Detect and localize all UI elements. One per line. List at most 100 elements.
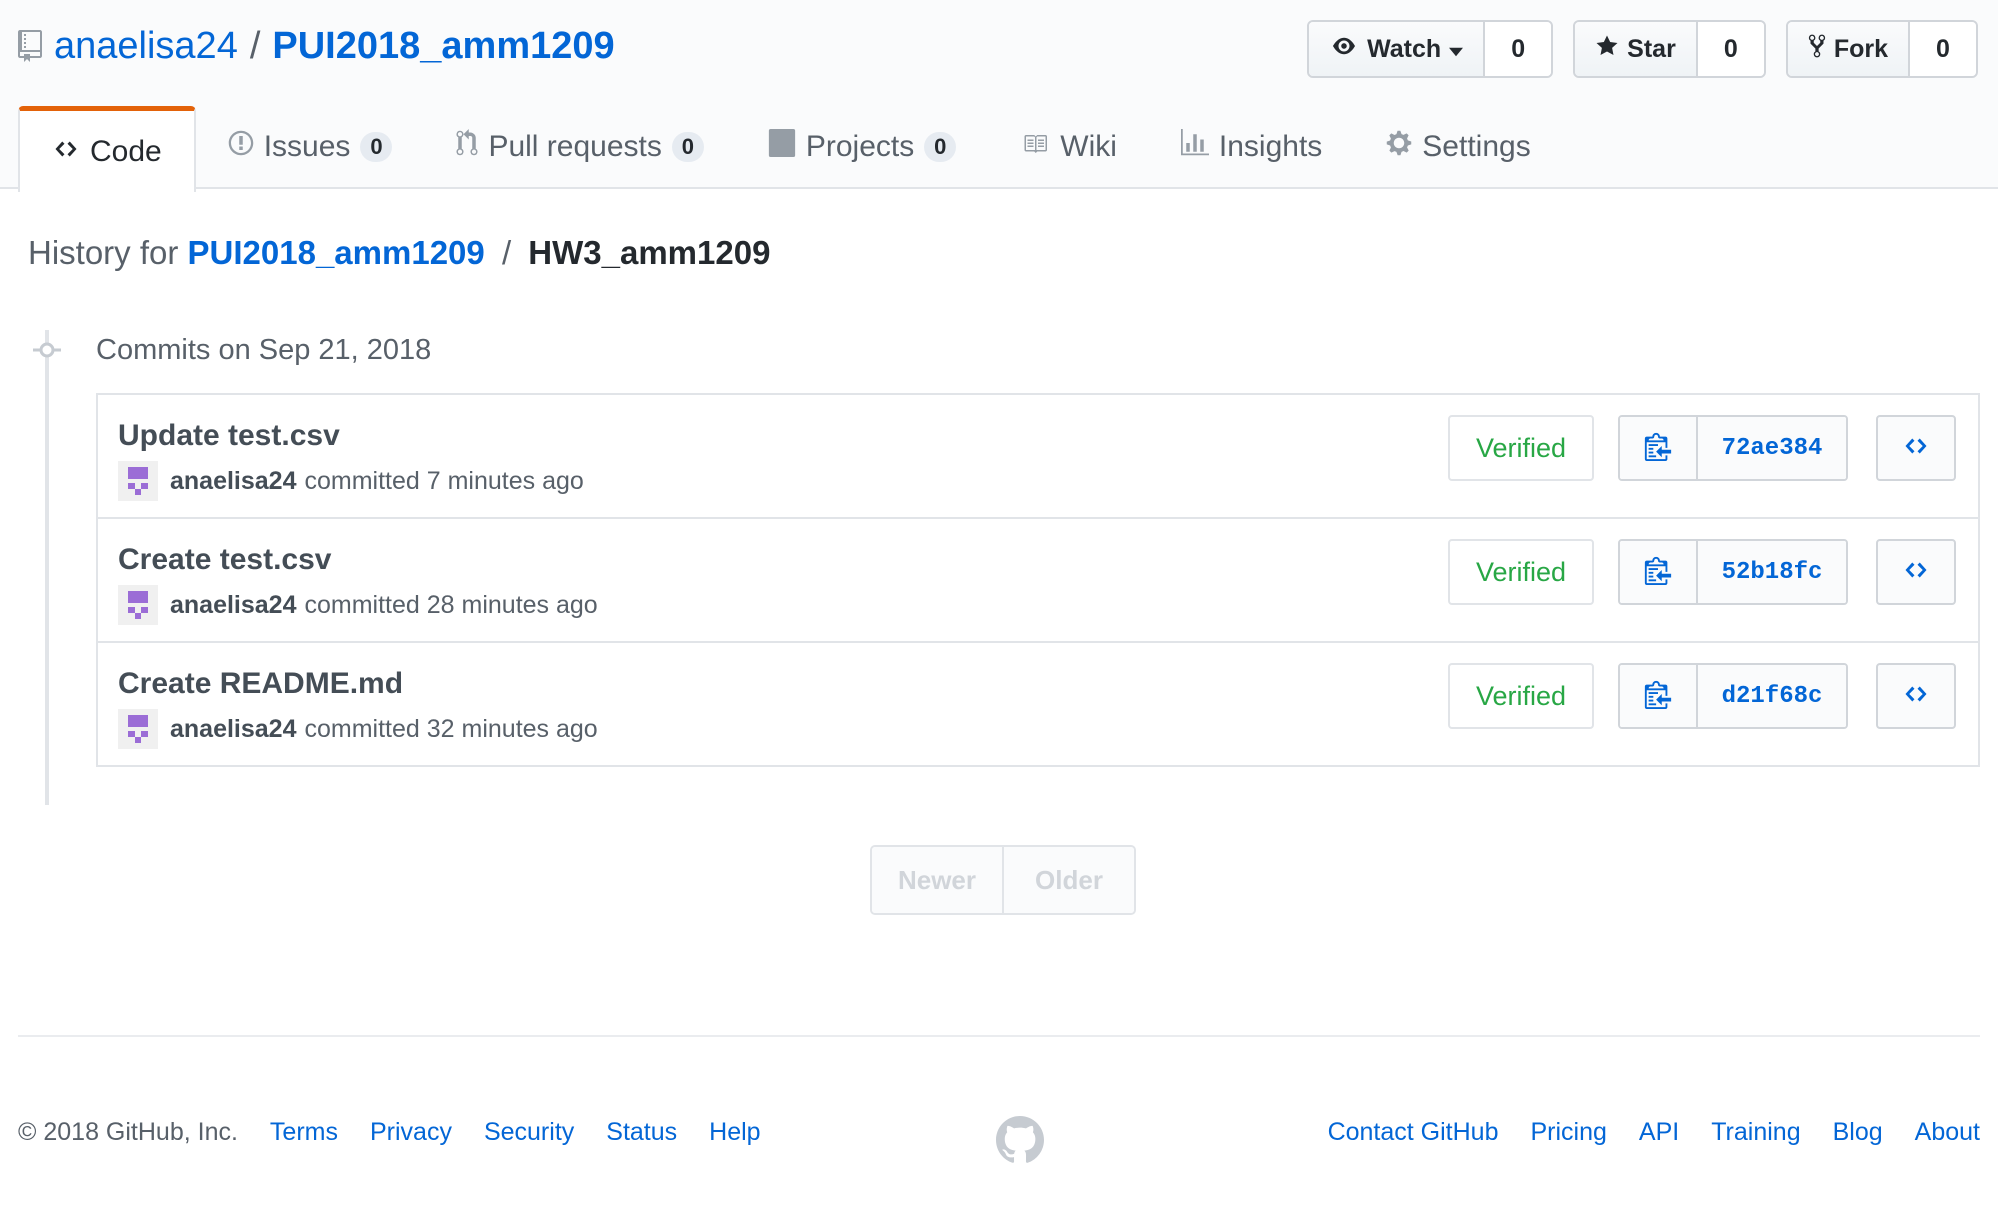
footer-link-help[interactable]: Help xyxy=(709,1118,760,1147)
tab-insights-label: Insights xyxy=(1218,129,1323,163)
fork-count[interactable]: 0 xyxy=(1910,22,1976,76)
commit-meta: anaelisa24 committed 32 minutes ago xyxy=(118,709,598,749)
commit-icon xyxy=(33,340,61,360)
pull-request-icon xyxy=(456,128,478,165)
tab-wiki-label: Wiki xyxy=(1060,129,1117,163)
verified-badge[interactable]: Verified xyxy=(1448,539,1594,605)
history-repo-link[interactable]: PUI2018_amm1209 xyxy=(188,234,485,271)
commit-row: Create test.csv anaelisa24 committed 28 … xyxy=(98,517,1978,641)
avatar[interactable] xyxy=(118,585,158,625)
footer-link-about[interactable]: About xyxy=(1915,1118,1980,1147)
copy-sha-button[interactable] xyxy=(1620,417,1698,479)
fork-label: Fork xyxy=(1833,34,1888,63)
commit-title-link[interactable]: Create README.md xyxy=(118,667,403,701)
tab-code[interactable]: Code xyxy=(18,106,196,192)
commit-time: committed 32 minutes ago xyxy=(304,714,598,743)
commit-row: Create README.md anaelisa24 committed 32… xyxy=(98,641,1978,765)
github-mark-icon[interactable] xyxy=(996,1116,1044,1164)
watch-button[interactable]: Watch xyxy=(1309,22,1486,76)
tab-pull-requests-label: Pull requests xyxy=(488,129,662,163)
repo-path-separator: / xyxy=(249,24,261,67)
tab-wiki[interactable]: Wiki xyxy=(988,108,1149,185)
star-button[interactable]: Star xyxy=(1575,22,1698,76)
star-count[interactable]: 0 xyxy=(1697,22,1764,76)
commit-list: Update test.csv anaelisa24 committed 7 m… xyxy=(96,393,1980,767)
footer-link-api[interactable]: API xyxy=(1639,1118,1679,1147)
commit-sha-link[interactable]: 72ae384 xyxy=(1698,417,1846,479)
project-icon xyxy=(768,128,796,165)
projects-counter: 0 xyxy=(924,131,957,162)
commit-meta: anaelisa24 committed 28 minutes ago xyxy=(118,585,598,625)
browse-code-icon xyxy=(1902,558,1930,587)
copy-sha-button[interactable] xyxy=(1620,541,1698,603)
tab-code-label: Code xyxy=(90,134,162,168)
commit-sha-link[interactable]: 52b18fc xyxy=(1698,541,1846,603)
tab-pull-requests[interactable]: Pull requests 0 xyxy=(424,108,735,185)
newer-button[interactable]: Newer xyxy=(872,847,1002,913)
fork-button-group: Fork 0 xyxy=(1785,20,1978,78)
repo-icon xyxy=(18,29,42,63)
footer-link-status[interactable]: Status xyxy=(606,1118,677,1147)
footer-divider xyxy=(18,1035,1980,1037)
eye-icon xyxy=(1329,35,1359,64)
footer-link-contact[interactable]: Contact GitHub xyxy=(1328,1118,1499,1147)
tab-projects[interactable]: Projects 0 xyxy=(736,108,988,185)
tab-issues-label: Issues xyxy=(263,129,351,163)
watch-button-group: Watch 0 xyxy=(1307,20,1554,78)
footer-link-blog[interactable]: Blog xyxy=(1833,1118,1883,1147)
timeline-line xyxy=(45,330,49,805)
issues-counter: 0 xyxy=(360,131,393,162)
copy-sha-button[interactable] xyxy=(1620,665,1698,727)
browse-repo-at-commit-button[interactable] xyxy=(1876,539,1956,605)
repo-owner-link[interactable]: anaelisa24 xyxy=(54,25,238,68)
avatar[interactable] xyxy=(118,461,158,501)
commit-author-link[interactable]: anaelisa24 xyxy=(170,715,297,744)
footer-link-terms[interactable]: Terms xyxy=(270,1118,338,1147)
pagination: Newer Older xyxy=(870,845,1136,915)
issue-icon xyxy=(228,129,254,165)
page-title: History for PUI2018_amm1209 / HW3_amm120… xyxy=(28,234,770,272)
commit-title-link[interactable]: Create test.csv xyxy=(118,543,331,577)
browse-repo-at-commit-button[interactable] xyxy=(1876,663,1956,729)
footer-copyright: © 2018 GitHub, Inc. xyxy=(18,1118,238,1146)
repo-nav: Code Issues 0 Pull requests 0 Projects 0 xyxy=(18,106,1563,192)
commit-meta: anaelisa24 committed 7 minutes ago xyxy=(118,461,584,501)
older-button[interactable]: Older xyxy=(1002,847,1134,913)
footer-link-training[interactable]: Training xyxy=(1711,1118,1800,1147)
commit-sha-link[interactable]: d21f68c xyxy=(1698,665,1846,727)
fork-button[interactable]: Fork xyxy=(1787,22,1910,76)
commits-date-heading: Commits on Sep 21, 2018 xyxy=(96,334,432,366)
commit-title-link[interactable]: Update test.csv xyxy=(118,419,340,453)
footer-link-security[interactable]: Security xyxy=(484,1118,574,1147)
commit-author-link[interactable]: anaelisa24 xyxy=(170,467,297,496)
history-prefix: History for xyxy=(28,234,179,271)
star-button-group: Star 0 xyxy=(1573,20,1766,78)
star-icon xyxy=(1595,34,1619,65)
footer-link-pricing[interactable]: Pricing xyxy=(1530,1118,1606,1147)
avatar[interactable] xyxy=(118,709,158,749)
tab-settings[interactable]: Settings xyxy=(1354,108,1562,185)
tab-issues[interactable]: Issues 0 xyxy=(196,108,425,185)
browse-repo-at-commit-button[interactable] xyxy=(1876,415,1956,481)
pull-requests-counter: 0 xyxy=(671,131,704,162)
code-icon xyxy=(52,135,80,169)
clippy-icon xyxy=(1644,555,1672,590)
repo-name-link[interactable]: PUI2018_amm1209 xyxy=(272,25,614,68)
wiki-icon xyxy=(1020,130,1050,164)
graph-icon xyxy=(1180,128,1209,165)
verified-badge[interactable]: Verified xyxy=(1448,415,1594,481)
commit-row: Update test.csv anaelisa24 committed 7 m… xyxy=(98,395,1978,517)
repo-header: anaelisa24 / PUI2018_amm1209 Watch 0 Sta xyxy=(0,0,1998,192)
verified-badge[interactable]: Verified xyxy=(1448,663,1594,729)
repo-actions: Watch 0 Star 0 Fork 0 xyxy=(1307,20,1978,78)
footer-right: Contact GitHub Pricing API Training Blog… xyxy=(1328,1118,1980,1147)
commit-author-link[interactable]: anaelisa24 xyxy=(170,591,297,620)
watch-count[interactable]: 0 xyxy=(1485,22,1552,76)
footer-link-privacy[interactable]: Privacy xyxy=(370,1118,452,1147)
gear-icon xyxy=(1386,129,1412,165)
footer: © 2018 GitHub, Inc. Terms Privacy Securi… xyxy=(18,1116,1980,1163)
tab-insights[interactable]: Insights xyxy=(1149,108,1354,185)
history-separator: / xyxy=(501,234,512,271)
commit-time: committed 7 minutes ago xyxy=(304,466,584,495)
star-label: Star xyxy=(1627,34,1676,63)
